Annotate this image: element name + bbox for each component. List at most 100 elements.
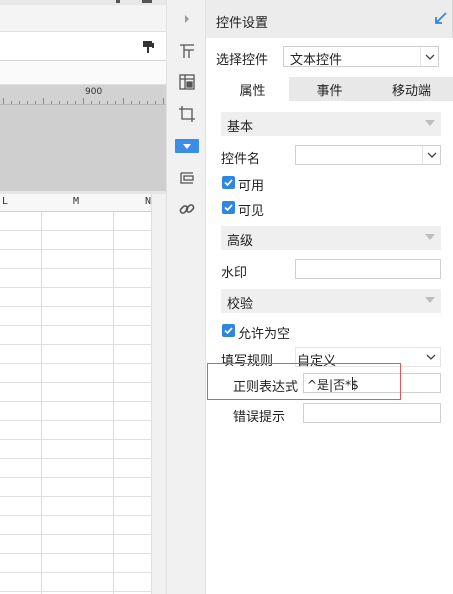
ruler-tick	[43, 98, 44, 104]
grid-row-line	[0, 382, 151, 383]
grid-row-line	[0, 496, 151, 497]
designer-toolbar	[0, 32, 166, 61]
expand-arrow-icon[interactable]	[433, 10, 449, 26]
designer-subbar	[0, 61, 166, 85]
ruler-tick	[115, 101, 116, 104]
ruler-tick	[91, 101, 92, 104]
chevron-down-icon	[422, 146, 440, 164]
grid-column-line	[41, 212, 42, 594]
ruler-tick	[155, 101, 156, 104]
ruler-tick	[131, 101, 132, 104]
grid-row-line	[0, 553, 151, 554]
section-advanced-title: 高级	[227, 234, 254, 249]
layout-icon[interactable]	[176, 40, 198, 62]
grid-row-line	[0, 534, 151, 535]
allow-empty-label: 允许为空	[238, 327, 291, 342]
spreadsheet-grid[interactable]	[0, 212, 151, 594]
grid-row-line	[0, 306, 151, 307]
grid-row-line	[0, 363, 151, 364]
table-grid-icon[interactable]	[176, 71, 198, 93]
grid-row-line	[0, 515, 151, 516]
tab-events[interactable]: 事件	[289, 77, 370, 101]
ruler-label: 900	[85, 87, 103, 97]
horizontal-ruler: 900	[0, 85, 166, 105]
grid-row-line	[0, 287, 151, 288]
ruler-tick	[67, 101, 68, 104]
ruler-tick	[147, 101, 148, 104]
collapse-caret-icon	[425, 120, 435, 126]
ruler-tick	[27, 101, 28, 104]
grid-column-line	[113, 212, 114, 594]
ruler-tick	[11, 101, 12, 104]
grid-row-line	[0, 420, 151, 421]
highlight-annotation-box	[207, 363, 401, 400]
select-widget-label: 选择控件	[216, 53, 269, 68]
section-validation[interactable]: 校验	[221, 289, 441, 313]
collapse-caret-icon	[425, 234, 435, 240]
collapse-caret-icon	[425, 297, 435, 303]
error-tip-label: 错误提示	[233, 410, 286, 425]
widget-settings-panel: 控件设置 选择控件 文本控件 属性 事件 移动端 基本 控件名 可用 可见 高级…	[206, 0, 453, 594]
grid-row-line	[0, 249, 151, 250]
ruler-tick	[163, 98, 164, 104]
watermark-input[interactable]	[295, 259, 441, 279]
panel-header: 控件设置	[206, 0, 453, 38]
panel-title: 控件设置	[216, 16, 269, 31]
grid-row-line	[0, 325, 151, 326]
grid-row-line	[0, 401, 151, 402]
ruler-tick	[19, 101, 20, 104]
grid-row-line	[0, 572, 151, 573]
section-basic[interactable]: 基本	[221, 112, 441, 136]
ruler-tick	[123, 98, 124, 104]
link-icon[interactable]	[176, 198, 198, 220]
watermark-label: 水印	[221, 266, 248, 281]
vertical-scrollbar[interactable]	[151, 194, 166, 594]
ruler-tick	[3, 98, 4, 104]
column-label-l: L	[2, 196, 9, 207]
ruler-tick	[75, 101, 76, 104]
ruler-tick	[83, 98, 84, 104]
ruler-tick	[51, 101, 52, 104]
widget-type-value: 文本控件	[290, 53, 343, 68]
ruler-tick	[107, 101, 108, 104]
visible-checkbox[interactable]	[222, 201, 235, 214]
enabled-checkbox[interactable]	[222, 176, 235, 189]
grid-row-line	[0, 458, 151, 459]
designer-canvas: 900 L M N	[0, 0, 166, 594]
chevron-right-icon[interactable]	[176, 8, 198, 30]
allow-empty-checkbox[interactable]	[222, 324, 235, 337]
designer-tab-bar	[0, 5, 166, 32]
form-canvas[interactable]	[0, 105, 166, 191]
chevron-down-icon	[422, 348, 440, 366]
widget-name-label: 控件名	[221, 152, 261, 167]
error-tip-input[interactable]	[303, 403, 441, 423]
tab-bar: 属性 事件 移动端	[216, 77, 453, 101]
section-basic-title: 基本	[227, 120, 254, 135]
ruler-tick	[35, 101, 36, 104]
grid-row-line	[0, 344, 151, 345]
widget-type-select[interactable]: 文本控件	[283, 46, 439, 68]
enabled-label: 可用	[238, 179, 265, 194]
grid-row-line	[0, 268, 151, 269]
chevron-down-icon	[420, 47, 438, 66]
crop-frame-icon[interactable]	[176, 103, 198, 125]
form-icon[interactable]	[176, 167, 198, 189]
grid-row-line	[0, 230, 151, 231]
section-validation-title: 校验	[227, 297, 254, 312]
widget-icon[interactable]	[175, 139, 199, 153]
ruler-tick	[59, 101, 60, 104]
tab-mobile[interactable]: 移动端	[370, 77, 453, 101]
visible-label: 可见	[238, 204, 265, 219]
widget-name-select[interactable]	[295, 145, 441, 165]
ruler-tick	[99, 101, 100, 104]
column-header: L M N	[0, 194, 151, 212]
grid-row-line	[0, 439, 151, 440]
ruler-tick	[139, 101, 140, 104]
column-label-m: M	[73, 196, 80, 207]
format-painter-icon[interactable]	[142, 40, 156, 54]
tab-properties[interactable]: 属性	[216, 77, 289, 101]
vertical-icon-bar	[166, 0, 206, 594]
section-advanced[interactable]: 高级	[221, 226, 441, 250]
grid-row-line	[0, 591, 151, 592]
grid-row-line	[0, 477, 151, 478]
